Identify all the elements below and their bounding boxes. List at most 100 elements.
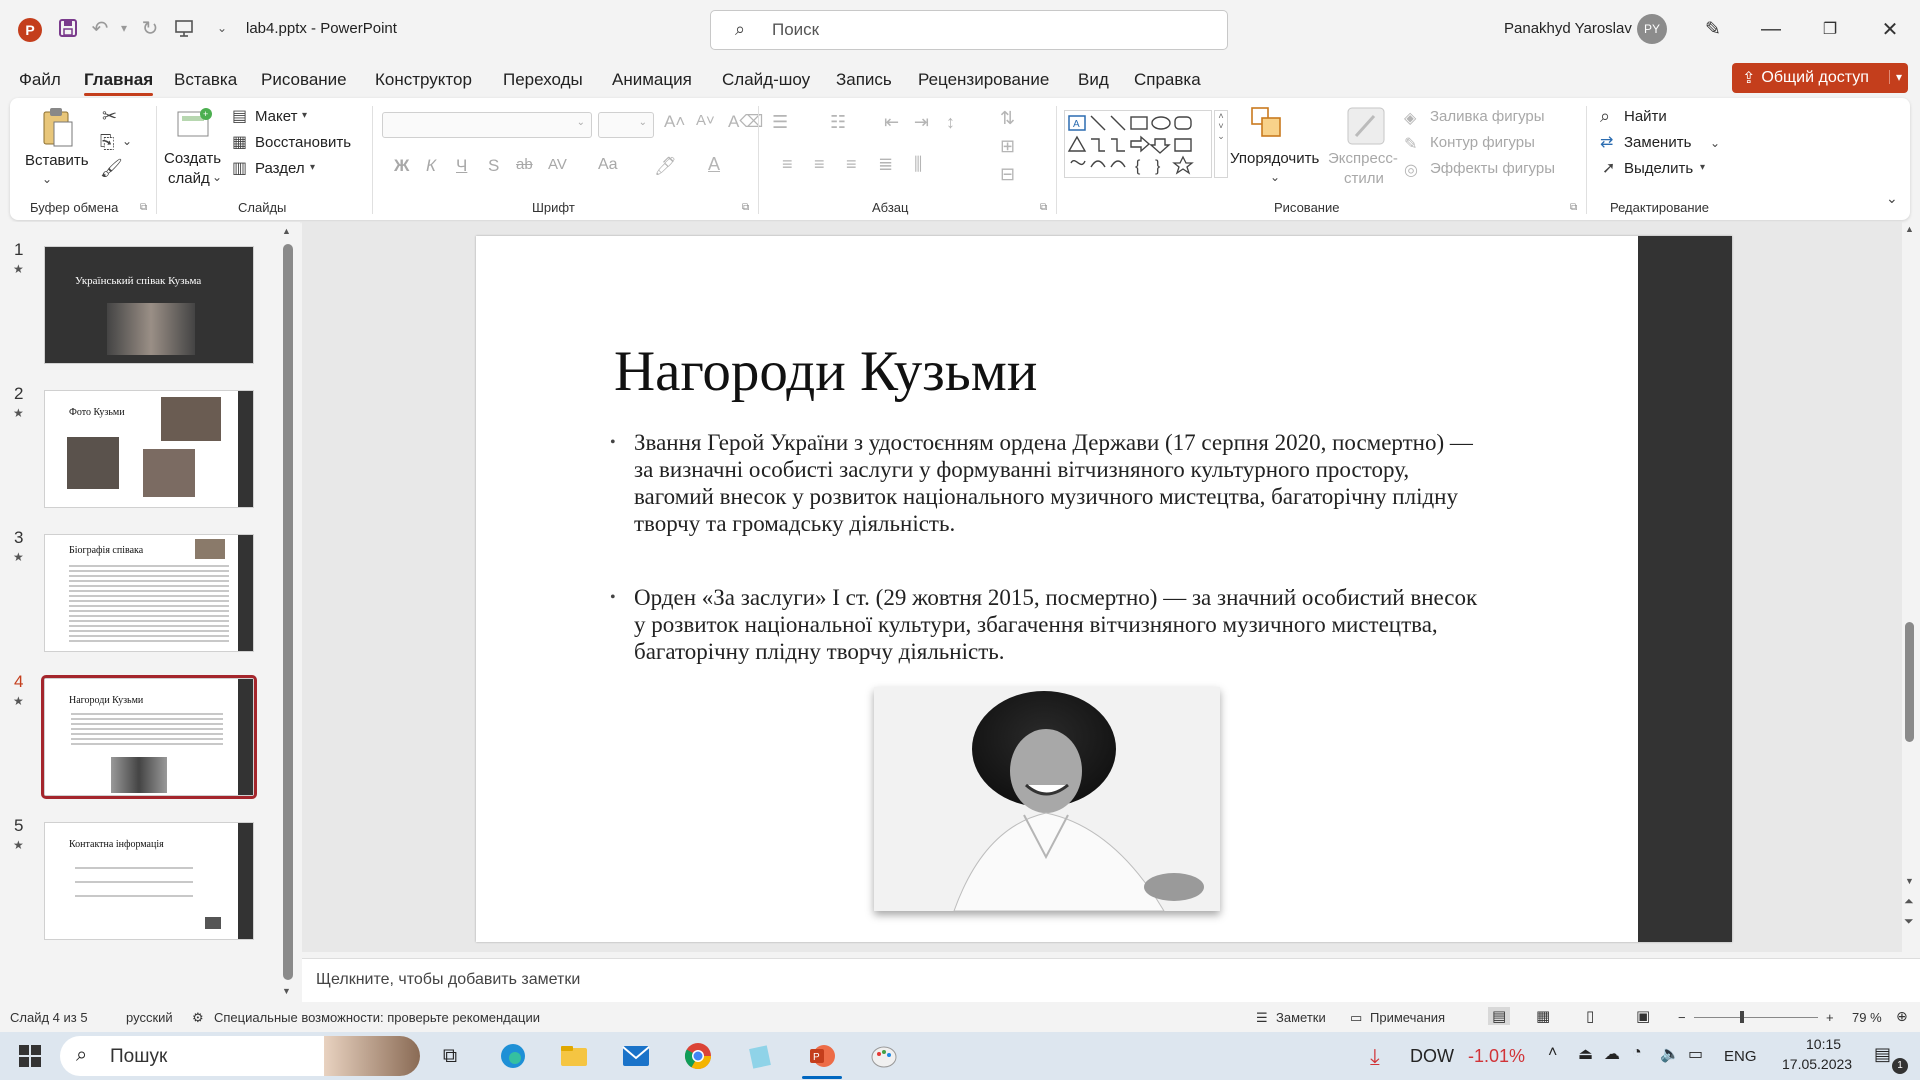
reset-button[interactable]: Восстановить (255, 134, 351, 151)
next-slide-icon[interactable]: ⏷ (1904, 914, 1914, 929)
zoom-slider[interactable] (1694, 1011, 1818, 1023)
reset-icon[interactable]: ▦ (232, 132, 247, 152)
cut-icon[interactable]: ✂ (102, 106, 117, 127)
tab-animations[interactable]: Анимация (612, 70, 692, 90)
increase-font-icon[interactable]: A˄ (664, 112, 685, 132)
tab-file[interactable]: Файл (19, 70, 61, 90)
paint-icon[interactable] (866, 1040, 902, 1072)
find-icon[interactable]: ⌕ (1600, 106, 1610, 127)
avatar[interactable]: PY (1637, 14, 1667, 44)
chevron-down-icon[interactable]: ▾ (302, 110, 307, 121)
tab-design[interactable]: Конструктор (375, 70, 472, 90)
wifi-icon[interactable]: ◔ (1632, 1044, 1642, 1062)
decrease-font-icon[interactable]: A˅ (696, 112, 715, 129)
show-hidden-icons[interactable]: ˄ (1548, 1044, 1557, 1062)
reading-view-icon[interactable]: ▯ (1586, 1007, 1594, 1025)
layout-icon[interactable]: ▤ (232, 106, 247, 126)
replace-button[interactable]: Заменить (1624, 134, 1691, 151)
dialog-launcher-icon[interactable]: ⧉ (1570, 202, 1577, 213)
bold-button[interactable]: Ж (394, 156, 409, 176)
section-icon[interactable]: ▥ (232, 158, 247, 178)
format-painter-icon[interactable]: 🖌 (100, 158, 123, 179)
redo-icon[interactable]: ↻ (138, 16, 162, 40)
shape-effects-icon[interactable]: ◎ (1404, 160, 1418, 180)
columns-icon[interactable]: ⫼ (914, 154, 922, 175)
slide-thumbnail-5[interactable]: Контактна інформація (44, 822, 254, 940)
notes-toggle[interactable]: Заметки (1276, 1010, 1326, 1025)
chrome-icon[interactable] (680, 1040, 716, 1072)
zoom-in-icon[interactable]: + (1826, 1010, 1834, 1025)
powerpoint-taskbar-icon[interactable]: P (804, 1040, 840, 1072)
char-spacing-button[interactable]: AV (548, 156, 567, 173)
slide-title[interactable]: Нагороди Кузьми (614, 339, 1037, 404)
decrease-indent-icon[interactable]: ⇤ (884, 112, 899, 133)
shapes-gallery[interactable]: A { } (1064, 110, 1212, 178)
slide-sorter-icon[interactable]: ▦ (1536, 1007, 1550, 1025)
previous-slide-icon[interactable]: ⏶ (1904, 894, 1914, 909)
chevron-down-icon[interactable]: ⌄ (212, 170, 222, 184)
input-language[interactable]: ENG (1724, 1048, 1757, 1065)
stocks-icon[interactable]: ⤓ (1370, 1044, 1380, 1070)
shapes-gallery-scroll[interactable]: ˄ ˅ ⌄ (1214, 110, 1228, 178)
chevron-down-icon[interactable]: ▾ (1700, 162, 1705, 173)
notification-icon[interactable]: ▤ (1874, 1044, 1891, 1065)
mail-icon[interactable] (618, 1040, 654, 1072)
shape-fill-button[interactable]: Заливка фигуры (1430, 108, 1545, 125)
usb-icon[interactable]: ⏏ (1578, 1044, 1593, 1064)
minimize-button[interactable]: — (1756, 14, 1786, 44)
windows-start-icon[interactable] (12, 1040, 48, 1072)
clock-time[interactable]: 10:15 (1806, 1036, 1841, 1052)
dialog-launcher-icon[interactable]: ⧉ (742, 202, 749, 213)
restore-button[interactable]: ❐ (1815, 14, 1845, 44)
slideshow-view-icon[interactable]: ▣ (1636, 1007, 1650, 1025)
start-slideshow-icon[interactable] (172, 16, 196, 40)
select-button[interactable]: Выделить (1624, 160, 1693, 177)
search-input[interactable]: ⌕ Поиск (710, 10, 1228, 50)
slide-thumbnail-2[interactable]: Фото Кузьми (44, 390, 254, 508)
find-button[interactable]: Найти (1624, 108, 1667, 125)
zoom-slider-thumb[interactable] (1740, 1011, 1744, 1023)
tab-slideshow[interactable]: Слайд-шоу (722, 70, 810, 90)
section-button[interactable]: Раздел (255, 160, 305, 177)
line-spacing-icon[interactable]: ↕ (946, 112, 955, 133)
battery-icon[interactable]: ▭ (1688, 1044, 1703, 1064)
zoom-level[interactable]: 79 % (1852, 1010, 1882, 1025)
paste-button[interactable] (40, 106, 76, 155)
dow-change[interactable]: -1.01% (1468, 1046, 1525, 1067)
tab-record[interactable]: Запись (836, 70, 892, 90)
chevron-down-icon[interactable]: ⌄ (42, 172, 52, 186)
select-cursor-icon[interactable]: ➚ (1602, 158, 1615, 178)
shadow-button[interactable]: S (488, 156, 499, 176)
font-family-select[interactable]: ⌄ (382, 112, 592, 138)
undo-icon[interactable]: ↶ (88, 16, 112, 40)
tab-insert[interactable]: Вставка (174, 70, 237, 90)
text-direction-icon[interactable]: ⇅ (1000, 108, 1015, 129)
tab-transitions[interactable]: Переходы (503, 70, 583, 90)
comments-toggle[interactable]: Примечания (1370, 1010, 1445, 1025)
slide-thumbnail-1[interactable]: Український співак Кузьма (44, 246, 254, 364)
customize-toolbar-icon[interactable]: ⌄ (210, 16, 234, 40)
tab-home[interactable]: Главная (84, 70, 154, 96)
new-slide-icon[interactable]: + (176, 106, 214, 147)
arrange-icon[interactable] (1250, 106, 1284, 145)
shape-effects-button[interactable]: Эффекты фигуры (1430, 160, 1555, 177)
replace-icon[interactable]: ⇄ (1600, 132, 1613, 152)
task-view-icon[interactable]: ⧉ (432, 1040, 468, 1072)
tab-help[interactable]: Справка (1134, 70, 1201, 90)
undo-dropdown-icon[interactable]: ▾ (112, 16, 136, 40)
edge-icon[interactable] (495, 1040, 531, 1072)
volume-icon[interactable]: 🔈 (1660, 1044, 1680, 1064)
clock-date[interactable]: 17.05.2023 (1782, 1056, 1852, 1072)
numbering-icon[interactable]: ☷ (830, 112, 846, 133)
user-name[interactable]: Panakhyd Yaroslav (1504, 20, 1632, 37)
chevron-down-icon[interactable]: ⌄ (1710, 136, 1720, 150)
copy-icon[interactable]: ⎘ (100, 132, 114, 153)
change-case-button[interactable]: Aa (598, 156, 618, 174)
align-right-icon[interactable]: ≡ (846, 154, 857, 175)
scroll-down-icon[interactable]: ▼ (282, 986, 291, 996)
slide-thumbnail-3[interactable]: Біографія співака (44, 534, 254, 652)
slide-vertical-scrollbar[interactable]: ▲ ▼ ⏶ ⏷ (1900, 222, 1920, 942)
slide-photo[interactable] (874, 687, 1220, 911)
shape-outline-button[interactable]: Контур фигуры (1430, 134, 1535, 151)
align-text-icon[interactable]: ⊞ (1000, 136, 1015, 157)
